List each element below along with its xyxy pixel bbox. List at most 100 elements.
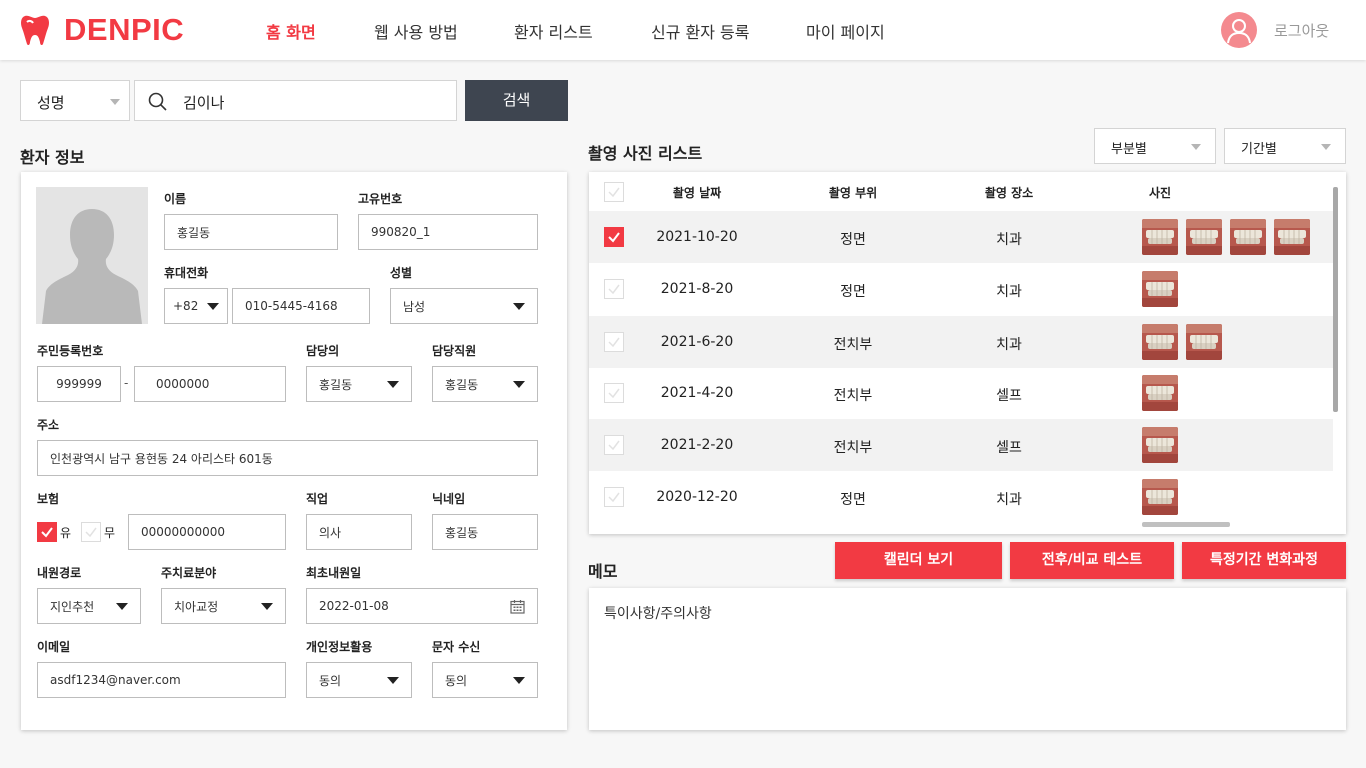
privacy-select[interactable]: 동의 bbox=[306, 662, 412, 698]
nav-how-to-use[interactable]: 웹 사용 방법 bbox=[374, 19, 458, 43]
address-field[interactable]: 인천광역시 남구 용현동 24 아리스타 601동 bbox=[37, 440, 538, 476]
row-checkbox[interactable] bbox=[604, 227, 624, 247]
memo-title: 메모 bbox=[588, 562, 618, 581]
email-label: 이메일 bbox=[37, 640, 71, 654]
chevron-down-icon bbox=[387, 381, 399, 388]
row-checkbox[interactable] bbox=[604, 383, 624, 403]
dental-photo-thumbnail[interactable] bbox=[1230, 219, 1266, 255]
profile-placeholder-icon[interactable] bbox=[36, 187, 148, 324]
first-visit-field[interactable]: 2022-01-08 bbox=[306, 588, 538, 624]
row-checkbox[interactable] bbox=[604, 279, 624, 299]
treatment-value: 치아교정 bbox=[174, 599, 219, 614]
nav-home[interactable]: 홈 화면 bbox=[266, 19, 316, 43]
dental-photo-thumbnail[interactable] bbox=[1142, 271, 1178, 307]
user-avatar-icon[interactable] bbox=[1221, 12, 1257, 48]
photo-row[interactable]: 2021-10-20 정면 치과 bbox=[589, 211, 1333, 263]
row-part: 전치부 bbox=[833, 388, 873, 404]
staff-select[interactable]: 홍길동 bbox=[432, 366, 538, 402]
calendar-icon[interactable] bbox=[510, 599, 525, 614]
col-photo-header: 사진 bbox=[1148, 186, 1172, 200]
checkmark-icon bbox=[608, 187, 620, 198]
doctor-select[interactable]: 홍길동 bbox=[306, 366, 412, 402]
rrn-back-field[interactable]: 0000000 bbox=[134, 366, 286, 402]
filter-part-value: 부분별 bbox=[1111, 142, 1147, 157]
phone-field[interactable]: 010-5445-4168 bbox=[232, 288, 370, 324]
period-change-button[interactable]: 특정기간 변화과정 bbox=[1182, 542, 1346, 579]
filter-part-select[interactable]: 부분별 bbox=[1094, 128, 1216, 164]
row-part: 전치부 bbox=[833, 440, 873, 456]
col-place-header: 촬영 장소 bbox=[984, 186, 1034, 200]
checkmark-icon bbox=[608, 337, 620, 348]
photo-row[interactable]: 2021-6-20 전치부 치과 bbox=[589, 316, 1333, 368]
gender-select[interactable]: 남성 bbox=[390, 288, 538, 324]
dental-photo-thumbnail[interactable] bbox=[1142, 219, 1178, 255]
photo-row[interactable]: 2021-2-20 전치부 셀프 bbox=[589, 419, 1333, 471]
sms-value: 동의 bbox=[445, 673, 468, 688]
rrn-front-field[interactable]: 999999 bbox=[37, 366, 121, 402]
photo-row[interactable]: 2021-8-20 정면 치과 bbox=[589, 263, 1333, 315]
select-all-checkbox[interactable] bbox=[604, 182, 624, 202]
dental-photo-thumbnail[interactable] bbox=[1142, 479, 1178, 515]
top-header: DENPIC 홈 화면 웹 사용 방법 환자 리스트 신규 환자 등록 마이 페… bbox=[0, 0, 1366, 60]
row-part: 정면 bbox=[840, 232, 866, 248]
row-date: 2020-12-20 bbox=[656, 489, 738, 505]
photo-list-title: 촬영 사진 리스트 bbox=[588, 144, 703, 163]
checkmark-icon bbox=[608, 440, 620, 451]
dental-photo-thumbnail[interactable] bbox=[1142, 375, 1178, 411]
vertical-scrollbar[interactable] bbox=[1333, 187, 1338, 412]
chevron-down-icon bbox=[513, 381, 525, 388]
doctor-value: 홍길동 bbox=[319, 377, 353, 392]
search-type-select[interactable]: 성명 bbox=[20, 80, 130, 121]
chevron-down-icon bbox=[513, 677, 525, 684]
job-field[interactable]: 의사 bbox=[306, 514, 412, 550]
insurance-number-field[interactable]: 00000000000 bbox=[128, 514, 286, 550]
nav-new-patient[interactable]: 신규 환자 등록 bbox=[651, 19, 750, 43]
search-button[interactable]: 검색 bbox=[465, 80, 568, 121]
nickname-field[interactable]: 홍길동 bbox=[432, 514, 538, 550]
brand-logo[interactable]: DENPIC bbox=[64, 12, 184, 48]
nav-my-page[interactable]: 마이 페이지 bbox=[806, 19, 885, 43]
row-date: 2021-4-20 bbox=[660, 385, 734, 401]
insurance-no-checkbox[interactable] bbox=[81, 522, 101, 542]
nav-patient-list[interactable]: 환자 리스트 bbox=[514, 19, 593, 43]
checkmark-icon bbox=[85, 527, 97, 538]
dental-photo-thumbnail[interactable] bbox=[1274, 219, 1310, 255]
route-select[interactable]: 지인추천 bbox=[37, 588, 141, 624]
insurance-yes-label: 유 bbox=[60, 526, 72, 540]
dental-photo-thumbnail[interactable] bbox=[1186, 219, 1222, 255]
id-field[interactable]: 990820_1 bbox=[358, 214, 538, 250]
row-place: 치과 bbox=[996, 492, 1022, 508]
insurance-yes-checkbox[interactable] bbox=[37, 522, 57, 542]
treatment-select[interactable]: 치아교정 bbox=[161, 588, 286, 624]
logout-link[interactable]: 로그아웃 bbox=[1274, 20, 1329, 41]
row-checkbox[interactable] bbox=[604, 332, 624, 352]
filter-period-select[interactable]: 기간별 bbox=[1224, 128, 1346, 164]
name-field[interactable]: 홍길동 bbox=[164, 214, 338, 250]
row-place: 치과 bbox=[996, 232, 1022, 248]
photo-row[interactable]: 2021-4-20 전치부 셀프 bbox=[589, 367, 1333, 419]
row-checkbox[interactable] bbox=[604, 487, 624, 507]
dental-photo-thumbnail[interactable] bbox=[1186, 324, 1222, 360]
checkmark-icon bbox=[608, 492, 620, 503]
dental-photo-thumbnail[interactable] bbox=[1142, 324, 1178, 360]
email-field[interactable]: asdf1234@naver.com bbox=[37, 662, 286, 698]
horizontal-scrollbar[interactable] bbox=[1142, 522, 1230, 527]
dental-photo-thumbnail[interactable] bbox=[1142, 427, 1178, 463]
phone-country-select[interactable]: +82 bbox=[164, 288, 228, 324]
before-after-compare-button[interactable]: 전후/비교 테스트 bbox=[1010, 542, 1174, 579]
calendar-view-button[interactable]: 캘린더 보기 bbox=[835, 542, 1002, 579]
id-label: 고유번호 bbox=[358, 192, 403, 206]
row-checkbox[interactable] bbox=[604, 435, 624, 455]
filter-period-value: 기간별 bbox=[1241, 142, 1277, 157]
col-date-header: 촬영 날짜 bbox=[672, 186, 722, 200]
sms-select[interactable]: 동의 bbox=[432, 662, 538, 698]
row-date: 2021-6-20 bbox=[660, 334, 734, 350]
sms-label: 문자 수신 bbox=[432, 640, 481, 654]
job-label: 직업 bbox=[306, 492, 329, 506]
gender-label: 성별 bbox=[390, 266, 413, 280]
photo-row[interactable]: 2020-12-20 정면 치과 bbox=[589, 471, 1333, 523]
search-input[interactable]: 김이나 bbox=[134, 80, 457, 121]
search-icon bbox=[148, 92, 167, 111]
privacy-value: 동의 bbox=[319, 673, 342, 688]
tooth-logo-icon bbox=[21, 15, 49, 46]
